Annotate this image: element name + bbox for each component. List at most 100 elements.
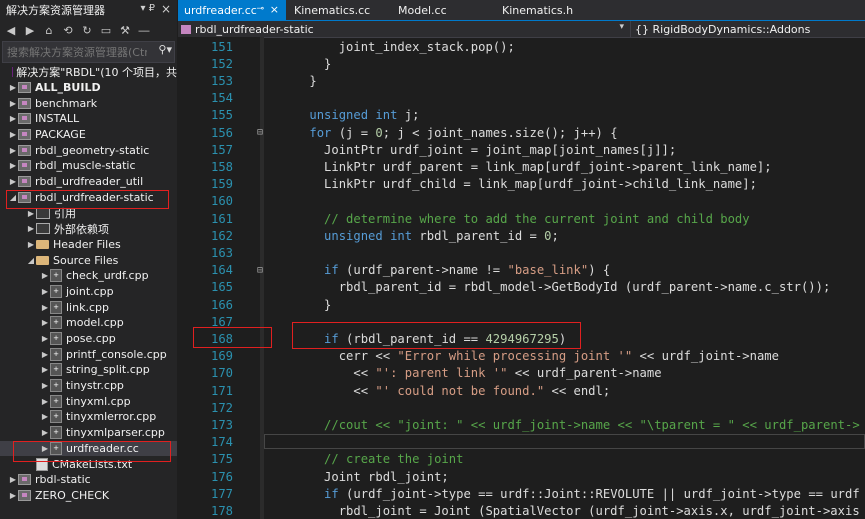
code-line[interactable]: 155 unsigned int j; — [178, 107, 865, 124]
chevron-down-icon[interactable]: ▾ — [619, 22, 624, 32]
tree-item-header-files[interactable]: ▶ Header Files — [0, 237, 177, 253]
expand-arrow-icon[interactable]: ▶ — [40, 397, 50, 406]
expand-arrow-icon[interactable]: ▶ — [40, 350, 50, 359]
expand-arrow-icon[interactable]: ▶ — [40, 365, 50, 374]
project-dropdown[interactable]: rbdl_urdfreader-static ▾ — [178, 21, 631, 37]
tree-item-rbdl-urdfreader-util[interactable]: ▶ rbdl_urdfreader_util — [0, 174, 177, 190]
expand-arrow-icon[interactable]: ▶ — [8, 475, 18, 484]
code-line[interactable]: 171 << "' could not be found." << endl; — [178, 382, 865, 399]
code-line[interactable]: 164 ⊟ if (urdf_parent->name != "base_link… — [178, 262, 865, 279]
expand-arrow-icon[interactable]: ▶ — [40, 412, 50, 421]
collapse-arrow-icon[interactable]: ◢ — [26, 256, 36, 265]
code-line[interactable]: 163 — [178, 244, 865, 261]
code-line[interactable]: 162 unsigned int rbdl_parent_id = 0; — [178, 227, 865, 244]
expand-arrow-icon[interactable]: ▶ — [40, 271, 50, 280]
code-line[interactable]: 176 Joint rbdl_joint; — [178, 468, 865, 485]
solution-search-input[interactable] — [7, 45, 147, 59]
properties-icon[interactable]: ⚒ — [118, 23, 132, 37]
back-icon[interactable]: ◀ — [4, 23, 18, 37]
code-line[interactable]: 167 — [178, 313, 865, 330]
code-line[interactable]: 173 //cout << "joint: " << urdf_joint->n… — [178, 416, 865, 433]
code-area[interactable]: 151 joint_index_stack.pop(); 152 } 153 } 15… — [178, 37, 865, 519]
expand-arrow-icon[interactable]: ▶ — [8, 146, 18, 155]
tree-item-install[interactable]: ▶ INSTALL — [0, 111, 177, 127]
close-icon[interactable]: × — [161, 2, 171, 16]
close-icon[interactable]: × — [270, 3, 279, 16]
tree-item-benchmark[interactable]: ▶ benchmark — [0, 95, 177, 111]
tree-item-printf-console-cpp[interactable]: ▶ + printf_console.cpp — [0, 346, 177, 362]
tree-item-string-split-cpp[interactable]: ▶ + string_split.cpp — [0, 362, 177, 378]
collapse-icon[interactable]: ▭ — [99, 23, 113, 37]
refresh-icon[interactable]: ↻ — [80, 23, 94, 37]
code-line[interactable]: 170 << "': parent link '" << urdf_parent… — [178, 365, 865, 382]
code-line[interactable]: 178 rbdl_joint = Joint (SpatialVector (u… — [178, 502, 865, 519]
expand-arrow-icon[interactable]: ▶ — [8, 99, 18, 108]
tree-item-package[interactable]: ▶ PACKAGE — [0, 127, 177, 143]
code-line[interactable]: 156 ⊟ for (j = 0; j < joint_names.size();… — [178, 124, 865, 141]
expand-arrow-icon[interactable]: ▶ — [26, 224, 36, 233]
forward-icon[interactable]: ▶ — [23, 23, 37, 37]
home-icon[interactable]: ⌂ — [42, 23, 56, 37]
expand-arrow-icon[interactable]: ▶ — [8, 161, 18, 170]
more-icon[interactable]: ― — [137, 23, 151, 37]
expand-arrow-icon[interactable]: ▶ — [8, 177, 18, 186]
search-icon[interactable]: ⚲▾ — [158, 43, 172, 56]
code-line[interactable]: 154 — [178, 90, 865, 107]
expand-arrow-icon[interactable]: ▶ — [40, 381, 50, 390]
expand-arrow-icon[interactable]: ▶ — [26, 209, 36, 218]
tab-urdfreader-cc[interactable]: urdfreader.cc ⊸ × — [178, 0, 286, 20]
code-line[interactable]: 158 LinkPtr urdf_parent = link_map[urdf_… — [178, 158, 865, 175]
tree-item-link-cpp[interactable]: ▶ + link.cpp — [0, 299, 177, 315]
code-line[interactable]: 151 joint_index_stack.pop(); — [178, 38, 865, 55]
expand-arrow-icon[interactable]: ▶ — [40, 444, 50, 453]
tree-item-joint-cpp[interactable]: ▶ + joint.cpp — [0, 284, 177, 300]
tree-item-cmakelists-txt[interactable]: CMakeLists.txt — [0, 456, 177, 472]
fold-toggle-icon[interactable]: ⊟ — [255, 265, 265, 276]
tree-item-zero-check[interactable]: ▶ ZERO_CHECK — [0, 488, 177, 504]
expand-arrow-icon[interactable]: ▶ — [8, 130, 18, 139]
code-line[interactable]: 161 // determine where to add the curren… — [178, 210, 865, 227]
tab-kinematics-cc[interactable]: Kinematics.cc — [286, 0, 390, 20]
tree-solution-root[interactable]: 解决方案"RBDL"(10 个项目，共 — [0, 64, 177, 80]
pin-icon[interactable]: ▾ ₽ — [140, 3, 155, 14]
expand-arrow-icon[interactable]: ▶ — [8, 83, 18, 92]
code-line[interactable]: 157 JointPtr urdf_joint = joint_map[join… — [178, 141, 865, 158]
code-line[interactable]: 159 LinkPtr urdf_child = link_map[urdf_j… — [178, 176, 865, 193]
expand-arrow-icon[interactable]: ▶ — [40, 334, 50, 343]
collapse-arrow-icon[interactable]: ◢ — [8, 193, 18, 202]
code-line[interactable]: 172 — [178, 399, 865, 416]
expand-arrow-icon[interactable]: ▶ — [8, 491, 18, 500]
tree-item-external-deps[interactable]: ▶ 外部依赖项 — [0, 221, 177, 237]
tree-item-rbdl-muscle-static[interactable]: ▶ rbdl_muscle-static — [0, 158, 177, 174]
code-line[interactable]: 153 } — [178, 72, 865, 89]
tree-item-rbdl-urdfreader-static[interactable]: ◢ rbdl_urdfreader-static — [0, 190, 177, 206]
tree-item-tinyxmlparser-cpp[interactable]: ▶ + tinyxmlparser.cpp — [0, 425, 177, 441]
code-line[interactable]: 168 if (rbdl_parent_id == 4294967295) — [178, 330, 865, 347]
tree-item-rbdl-static[interactable]: ▶ rbdl-static — [0, 472, 177, 488]
tree-item-rbdl-geometry-static[interactable]: ▶ rbdl_geometry-static — [0, 142, 177, 158]
tree-item-model-cpp[interactable]: ▶ + model.cpp — [0, 315, 177, 331]
code-line[interactable]: 166 } — [178, 296, 865, 313]
expand-arrow-icon[interactable]: ▶ — [8, 114, 18, 123]
code-line[interactable]: 177 if (urdf_joint->type == urdf::Joint:… — [178, 485, 865, 502]
code-line[interactable]: 165 rbdl_parent_id = rbdl_model->GetBody… — [178, 279, 865, 296]
expand-arrow-icon[interactable]: ▶ — [40, 428, 50, 437]
tree-item-check-urdf-cpp[interactable]: ▶ + check_urdf.cpp — [0, 268, 177, 284]
code-line[interactable]: 169 cerr << "Error while processing join… — [178, 348, 865, 365]
code-line[interactable]: 175 // create the joint — [178, 451, 865, 468]
tree-item-pose-cpp[interactable]: ▶ + pose.cpp — [0, 331, 177, 347]
tree-item-source-files[interactable]: ◢ Source Files — [0, 252, 177, 268]
expand-arrow-icon[interactable]: ▶ — [40, 318, 50, 327]
code-line[interactable]: 152 } — [178, 55, 865, 72]
tree-item-references[interactable]: ▶ 引用 — [0, 205, 177, 221]
fold-toggle-icon[interactable]: ⊟ — [255, 127, 265, 138]
expand-arrow-icon[interactable]: ▶ — [26, 240, 36, 249]
tree-item-all-build[interactable]: ▶ ALL_BUILD — [0, 80, 177, 96]
code-line[interactable]: 160 — [178, 193, 865, 210]
tree-item-tinyxml-cpp[interactable]: ▶ + tinyxml.cpp — [0, 393, 177, 409]
tree-item-tinyxmlerror-cpp[interactable]: ▶ + tinyxmlerror.cpp — [0, 409, 177, 425]
tree-item-tinystr-cpp[interactable]: ▶ + tinystr.cpp — [0, 378, 177, 394]
code-line[interactable]: 174 — [178, 434, 865, 451]
sync-icon[interactable]: ⟲ — [61, 23, 75, 37]
tree-item-urdfreader-cc[interactable]: ▶ + urdfreader.cc — [0, 440, 177, 457]
